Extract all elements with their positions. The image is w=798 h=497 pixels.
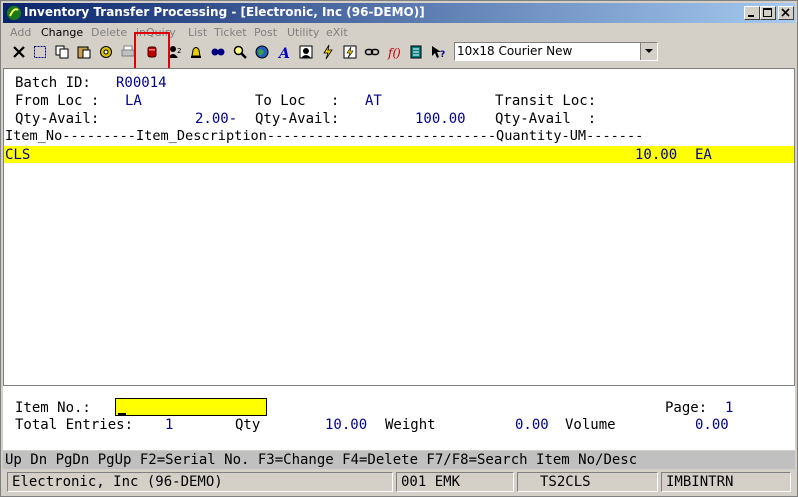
help-pointer-icon[interactable]: ? [428,42,448,62]
status-terminal: TS2CLS [517,472,658,492]
title-bar[interactable]: Inventory Transfer Processing - [Electro… [3,3,795,23]
qty-avail-label-transit: Qty-Avail : [495,111,597,127]
magnifier-icon[interactable] [230,42,250,62]
font-select-value: 10x18 Courier New [457,44,573,58]
to-loc-label: To Loc : [255,93,340,109]
paste-icon[interactable] [74,42,94,62]
print-icon[interactable] [118,42,138,62]
font-icon[interactable]: A [274,42,294,62]
row-quantity: 10.00 [635,147,678,163]
text-cursor [118,413,126,415]
qty-value: 10.00 [325,417,368,433]
font-select[interactable]: 10x18 Courier New [454,42,658,61]
transit-loc-label: Transit Loc: [495,93,597,109]
volume-value: 0.00 [695,417,729,433]
link-icon[interactable] [362,42,382,62]
status-company: Electronic, Inc (96-DEMO) [7,472,393,492]
function-icon[interactable]: f() [384,42,404,62]
menu-utility[interactable]: Utility [287,26,319,39]
batch-id-value: R00014 [116,75,167,91]
menu-ticket[interactable]: Ticket [214,26,247,39]
entry-panel: Item No.: Page: 1 Total Entries: 1 Qty 1… [3,385,795,450]
qty-avail-label-from: Qty-Avail: [15,111,100,127]
weight-label: Weight [385,417,436,433]
profile-icon[interactable] [296,42,316,62]
menu-list[interactable]: List [188,26,207,39]
menu-delete[interactable]: Delete [91,26,127,39]
item-no-label: Item No.: [15,400,91,416]
lightning-icon[interactable] [318,42,338,62]
batch-id-label: Batch ID: [15,75,91,91]
window-title: Inventory Transfer Processing - [Electro… [24,5,425,19]
function-key-bar: Up Dn PgDn PgUp F2=Serial No. F3=Change … [3,451,795,469]
item-no-input[interactable] [115,398,267,416]
total-entries-label: Total Entries: [15,417,134,433]
close-icon[interactable] [778,6,794,20]
toolbar: 2 A f() ? 10x18 Courier New [3,41,795,65]
user-icon[interactable]: 2 [164,42,184,62]
svg-text:2: 2 [177,47,181,55]
stop-record-icon[interactable] [142,42,162,62]
svg-text:?: ? [440,50,445,60]
total-entries-value: 1 [165,417,174,433]
query-icon[interactable] [208,42,228,62]
to-loc-value: AT [365,93,382,109]
lightning-2-icon[interactable] [340,42,360,62]
qty-avail-value-to: 100.00 [415,111,466,127]
globe-icon[interactable] [252,42,272,62]
app-icon [7,6,21,20]
menu-change[interactable]: Change [41,26,83,39]
from-loc-value: LA [125,93,142,109]
maximize-icon[interactable] [760,6,776,20]
bell-icon[interactable] [186,42,206,62]
settings-icon[interactable] [96,42,116,62]
page-label: Page: [665,400,708,416]
status-program: IMBINTRN [661,472,791,492]
function-key-help: Up Dn PgDn PgUp F2=Serial No. F3=Change … [5,452,638,468]
status-user: 001 EMK [396,472,514,492]
application-window: Inventory Transfer Processing - [Electro… [0,0,798,497]
volume-label: Volume [565,417,616,433]
copy-icon[interactable] [52,42,72,62]
row-item-no: CLS [5,147,31,163]
notes-icon[interactable] [406,42,426,62]
svg-text:A: A [277,46,290,60]
qty-label: Qty [235,417,261,433]
menu-inquiry[interactable]: inQuiry [136,26,176,39]
menu-exit[interactable]: eXit [326,26,348,39]
select-icon[interactable] [30,42,50,62]
column-header: Item_No---------Item_Description--------… [5,128,644,144]
chevron-down-icon[interactable] [640,43,657,60]
menu-add[interactable]: Add [10,26,31,39]
row-um: EA [695,147,712,163]
weight-value: 0.00 [515,417,549,433]
qty-avail-label-to: Qty-Avail: [255,111,340,127]
page-value: 1 [725,400,734,416]
close-x-icon[interactable] [9,42,29,62]
svg-text:): ) [395,46,401,60]
status-bar: Electronic, Inc (96-DEMO) 001 EMK TS2CLS… [3,471,795,493]
table-row[interactable]: CLS 10.00 EA [4,146,794,163]
minimize-icon[interactable] [744,6,760,20]
menu-bar: Add Change Delete inQuiry List Ticket Po… [3,24,795,41]
from-loc-label: From Loc : [15,93,100,109]
menu-post[interactable]: Post [254,26,277,39]
qty-avail-value-from: 2.00- [195,111,238,127]
